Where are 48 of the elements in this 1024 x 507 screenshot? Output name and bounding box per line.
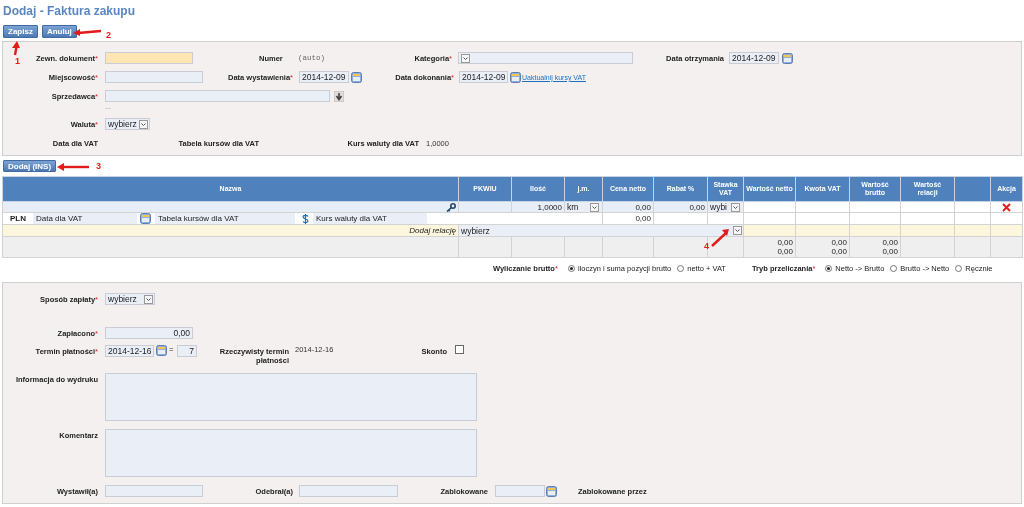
radio-button[interactable] bbox=[567, 264, 575, 272]
page-title: Dodaj - Faktura zakupu bbox=[2, 3, 137, 19]
checkbox[interactable] bbox=[455, 345, 464, 354]
toolbar-button[interactable]: Anuluj bbox=[41, 25, 77, 38]
download-icon[interactable] bbox=[334, 90, 344, 102]
dropdown[interactable]: wybierz bbox=[105, 293, 155, 305]
input-field[interactable]: 0,00 bbox=[105, 327, 193, 339]
date-field[interactable]: 2014-12-09 bbox=[459, 71, 508, 83]
chevron-down-icon bbox=[139, 119, 148, 129]
input-field[interactable] bbox=[105, 485, 203, 497]
table-cell: 0,00 bbox=[653, 201, 708, 213]
toolbar-button[interactable]: Zapisz bbox=[3, 25, 38, 38]
radio-button[interactable] bbox=[955, 264, 963, 272]
input-field[interactable] bbox=[299, 485, 398, 497]
date-field[interactable]: 2014-12-09 bbox=[729, 52, 779, 64]
radio-button[interactable] bbox=[825, 264, 833, 272]
calendar-icon[interactable] bbox=[546, 485, 557, 497]
dropdown[interactable]: km bbox=[567, 202, 600, 212]
input-field[interactable] bbox=[105, 52, 193, 64]
delete-icon[interactable] bbox=[1002, 202, 1011, 212]
callout-arrow bbox=[710, 228, 730, 248]
callout-number: 4 bbox=[704, 241, 709, 251]
key-icon[interactable] bbox=[446, 202, 456, 212]
input-field[interactable] bbox=[105, 90, 330, 102]
callout-number: 1 bbox=[15, 56, 20, 66]
add-button[interactable]: Dodaj (INS) bbox=[3, 160, 57, 172]
callout-arrow bbox=[72, 28, 102, 36]
calendar-icon[interactable] bbox=[782, 52, 793, 64]
dropdown[interactable]: wybi bbox=[710, 202, 741, 212]
calendar-icon[interactable] bbox=[156, 345, 167, 356]
calendar-icon[interactable] bbox=[510, 71, 521, 83]
date-field[interactable]: 2014-12-16 bbox=[105, 345, 154, 357]
days-field[interactable]: 7 bbox=[177, 345, 197, 357]
dropdown[interactable]: wybierz bbox=[459, 225, 743, 236]
table-cell: 0,00 bbox=[602, 201, 654, 213]
radio-button[interactable] bbox=[677, 264, 685, 272]
input-field[interactable] bbox=[105, 71, 203, 83]
date-field[interactable] bbox=[495, 485, 545, 497]
calendar-icon[interactable] bbox=[351, 71, 362, 83]
callout-number: 2 bbox=[106, 30, 111, 40]
date-field[interactable]: 2014-12-09 bbox=[299, 71, 349, 83]
dropdown[interactable]: wybierz bbox=[105, 118, 150, 130]
callout-number: 3 bbox=[96, 161, 101, 171]
chevron-down-icon bbox=[144, 294, 153, 304]
chevron-down-icon bbox=[461, 53, 470, 63]
radio-button[interactable] bbox=[890, 264, 898, 272]
callout-arrow bbox=[56, 163, 90, 171]
table-cell: 1,0000 bbox=[511, 201, 565, 213]
